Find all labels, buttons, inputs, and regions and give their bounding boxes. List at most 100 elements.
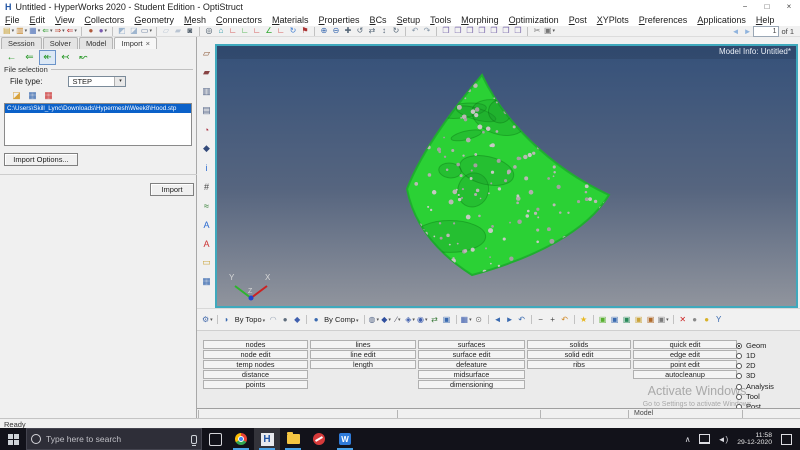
chevron-down-icon[interactable]: ▾ <box>425 315 428 325</box>
feature-lines-icon[interactable]: ∕▾ <box>393 315 403 325</box>
view-top-icon[interactable]: ∟ <box>252 26 262 36</box>
load-results-icon[interactable]: ⇐▾ <box>67 26 77 36</box>
chrome-icon[interactable] <box>228 428 254 450</box>
panel-button-point-edit[interactable]: point edit <box>633 360 737 369</box>
save-model-icon[interactable]: ▦▾ <box>29 26 40 36</box>
radio-dot-icon[interactable] <box>736 394 742 400</box>
component-browser-icon[interactable]: ▣ <box>610 315 620 325</box>
menu-setup[interactable]: Setup <box>392 15 426 25</box>
menu-materials[interactable]: Materials <box>267 15 314 25</box>
restore-view-icon[interactable]: ↶ <box>517 315 527 325</box>
import-connectors-icon[interactable]: ↢ <box>57 50 74 65</box>
model-checker-icon[interactable]: ▣ <box>598 315 608 325</box>
window-layout-7-icon[interactable]: ❐ <box>513 26 523 36</box>
panel-button-autocleanup[interactable]: autocleanup <box>633 370 737 379</box>
plot-curve-icon[interactable]: ≈ <box>200 199 213 212</box>
by-comp-dropdown[interactable]: By Comp▾ <box>324 315 358 324</box>
user-profiles-icon[interactable]: ●▾ <box>98 26 108 36</box>
menu-preferences[interactable]: Preferences <box>634 15 693 25</box>
radio-geom[interactable]: Geom <box>736 341 766 350</box>
maximize-button[interactable]: □ <box>756 2 778 11</box>
import-part-icon[interactable]: ▣ <box>646 315 656 325</box>
panel-button-defeature[interactable]: defeature <box>418 360 525 369</box>
chevron-down-icon[interactable]: ▾ <box>388 315 391 325</box>
fit-view-icon[interactable]: ↕ <box>379 26 389 36</box>
refresh-view-icon[interactable]: ↻ <box>391 26 401 36</box>
open-file-folder-icon[interactable]: ◪ <box>10 90 23 101</box>
pan-icon[interactable]: ✚ <box>343 26 353 36</box>
view-pages-icon[interactable]: ▥ <box>200 85 213 98</box>
model-viewport[interactable]: Model Info: Untitled* YXZ <box>215 44 798 308</box>
window-layout-1-icon[interactable]: ❐ <box>441 26 451 36</box>
shaded-geometry-icon[interactable]: ● <box>280 315 290 325</box>
display-none-icon[interactable]: ▱ <box>161 26 171 36</box>
mask-panel-icon[interactable]: ◆ <box>200 142 213 155</box>
panel-button-solids[interactable]: solids <box>527 340 631 349</box>
view-front-icon[interactable]: ∟ <box>240 26 250 36</box>
panel-button-line-edit[interactable]: line edit <box>310 350 416 359</box>
radio-dot-icon[interactable] <box>736 343 742 349</box>
chevron-down-icon[interactable]: ▾ <box>105 26 108 36</box>
file-list-item[interactable]: C:\Users\Skill_Lync\Downloads\Hypermesh\… <box>5 104 191 113</box>
menu-collectors[interactable]: Collectors <box>79 15 129 25</box>
chevron-down-icon[interactable]: ▾ <box>263 318 266 324</box>
display-reverse-icon[interactable]: ◙ <box>185 26 195 36</box>
menu-view[interactable]: View <box>50 15 79 25</box>
close-tab-icon[interactable]: × <box>146 39 150 48</box>
info-icon[interactable]: i <box>200 161 213 174</box>
organize-icon[interactable]: ▣ <box>634 315 644 325</box>
panel-button-solid-edit[interactable]: solid edit <box>527 350 631 359</box>
tab-solver[interactable]: Solver <box>43 37 78 49</box>
menu-optimization[interactable]: Optimization <box>504 15 564 25</box>
new-session-icon[interactable]: ▤▾ <box>3 26 14 36</box>
window-layout-2-icon[interactable]: ❐ <box>453 26 463 36</box>
panel-button-distance[interactable]: distance <box>203 370 308 379</box>
shaded-solid-icon[interactable]: ◆ <box>292 315 302 325</box>
microphone-icon[interactable] <box>191 435 197 444</box>
radio-1d[interactable]: 1D <box>736 351 756 360</box>
chevron-down-icon[interactable]: ▾ <box>38 26 41 36</box>
numbers-icon[interactable]: # <box>200 180 213 193</box>
label-red-icon[interactable]: A <box>200 237 213 250</box>
page-number-input[interactable]: 1 <box>753 26 779 37</box>
remove-file-icon[interactable]: ▦ <box>42 90 55 101</box>
panel-button-points[interactable]: points <box>203 380 308 389</box>
menu-file[interactable]: File <box>0 15 25 25</box>
label-blue-icon[interactable]: A <box>200 218 213 231</box>
notification-center-icon[interactable] <box>781 434 792 445</box>
hyperworks-taskbar-icon[interactable]: H <box>254 428 280 450</box>
select-displayed-icon[interactable]: ◪ <box>129 26 139 36</box>
view-left-icon[interactable]: ∟ <box>228 26 238 36</box>
radio-tool[interactable]: Tool <box>736 392 760 401</box>
chevron-down-icon[interactable]: ▾ <box>149 26 152 36</box>
view-rotate-icon[interactable]: ∟ <box>276 26 286 36</box>
file-list[interactable]: C:\Users\Skill_Lync\Downloads\Hypermesh\… <box>4 103 192 146</box>
shaded-mesh-icon[interactable]: ◆▾ <box>381 315 391 325</box>
import-solver-deck-icon[interactable]: ⇐ <box>21 50 38 65</box>
window-layout-6-icon[interactable]: ❐ <box>501 26 511 36</box>
menu-connectors[interactable]: Connectors <box>211 15 267 25</box>
open-model-icon[interactable]: ▥▾ <box>16 26 27 36</box>
import-model-icon[interactable]: ← <box>3 50 20 65</box>
tray-chevron-icon[interactable]: ∧ <box>685 435 691 444</box>
start-button[interactable] <box>0 428 26 450</box>
geometry-color-mode-icon[interactable]: ◗ <box>222 315 232 325</box>
file-table-icon[interactable]: ▦ <box>26 90 39 101</box>
part-browser-icon[interactable]: ▣ <box>622 315 632 325</box>
transparency-icon[interactable]: ⇄ <box>430 315 440 325</box>
menu-xyplots[interactable]: XYPlots <box>592 15 634 25</box>
options-gear-icon[interactable]: ⚙▾ <box>202 315 213 325</box>
window-layout-5-icon[interactable]: ❐ <box>489 26 499 36</box>
menu-bcs[interactable]: BCs <box>365 15 392 25</box>
dynamic-rotate-icon[interactable]: ↺ <box>355 26 365 36</box>
arrows-swap-icon[interactable]: ⇄ <box>367 26 377 36</box>
sphere-yellow-icon[interactable]: ● <box>702 315 712 325</box>
chevron-down-icon[interactable]: ▾ <box>12 26 15 36</box>
undo-icon[interactable]: ↶ <box>410 26 420 36</box>
radio-dot-icon[interactable] <box>736 373 742 379</box>
radio-dot-icon[interactable] <box>736 353 742 359</box>
wps-office-icon[interactable]: W <box>332 428 358 450</box>
menu-tools[interactable]: Tools <box>425 15 456 25</box>
radio-analysis[interactable]: Analysis <box>736 382 774 391</box>
network-icon[interactable] <box>699 434 710 444</box>
